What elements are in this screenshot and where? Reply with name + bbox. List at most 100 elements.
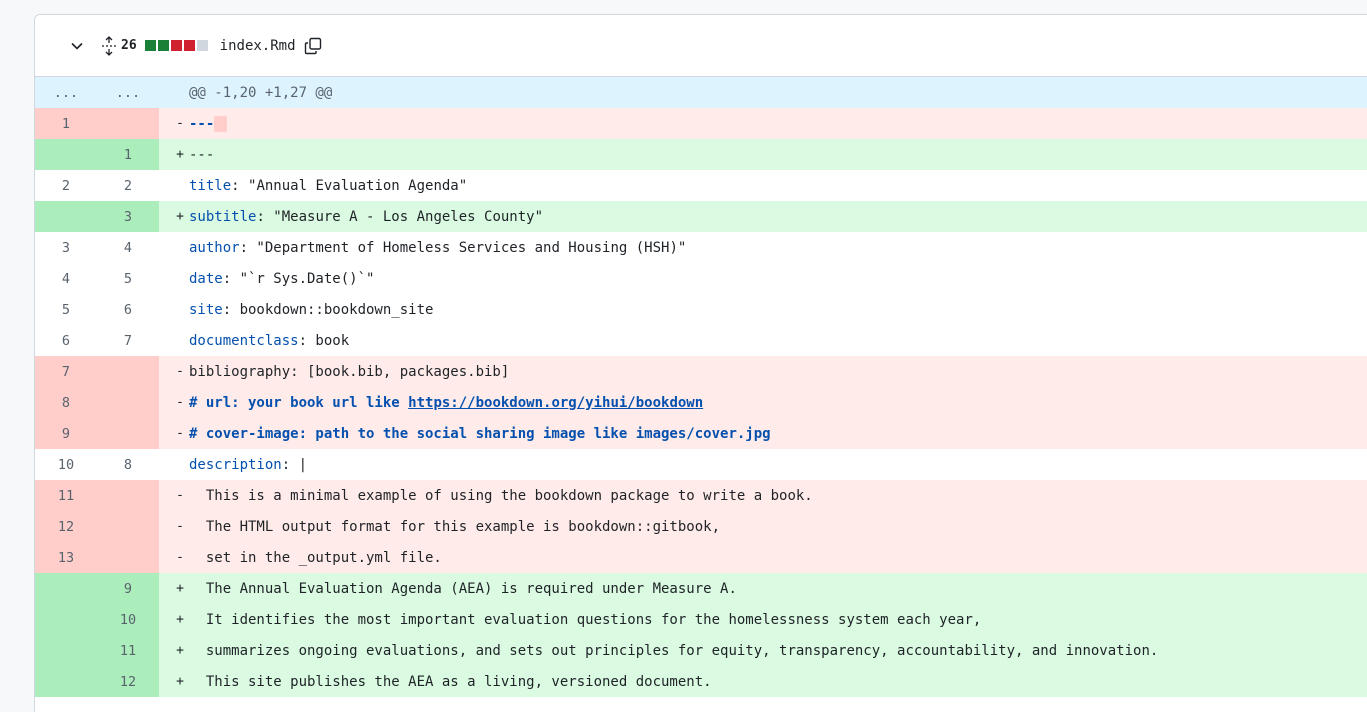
old-line-number[interactable]: 4 <box>35 263 97 294</box>
diff-line-add: 10 + It identifies the most important eva… <box>35 604 1367 635</box>
old-line-number[interactable] <box>35 573 97 604</box>
old-line-number[interactable]: 2 <box>35 170 97 201</box>
diff-line-del: 12 - The HTML output format for this exam… <box>35 511 1367 542</box>
line-number-gutter: 11 <box>35 480 159 511</box>
deletion-marker: - <box>176 519 184 534</box>
old-line-number[interactable]: 11 <box>35 480 97 511</box>
old-line-number[interactable] <box>35 666 97 697</box>
deletion-marker: - <box>176 116 184 131</box>
line-number-gutter: 67 <box>35 325 159 356</box>
diff-line-del: 9 - # cover-image: path to the social shar… <box>35 418 1367 449</box>
new-line-number[interactable] <box>97 542 159 573</box>
file-name[interactable]: index.Rmd <box>220 38 296 54</box>
old-line-number[interactable] <box>35 604 97 635</box>
code-text: : "Measure A - Los Angeles County" <box>256 208 544 225</box>
comment-text: # url: your book url like <box>189 394 409 411</box>
new-line-number[interactable] <box>97 511 159 542</box>
diffstat-block <box>170 40 182 51</box>
line-number-gutter: 11 <box>35 635 159 666</box>
new-line-number[interactable] <box>97 108 159 139</box>
old-line-number[interactable]: 9 <box>35 418 97 449</box>
line-number-gutter: 10 8 <box>35 449 159 480</box>
diffstat-block <box>157 40 169 51</box>
new-line-number[interactable]: 11 <box>97 635 159 666</box>
deletion-marker: - <box>176 488 184 503</box>
old-line-number[interactable]: 13 <box>35 542 97 573</box>
new-line-number[interactable]: 7 <box>97 325 159 356</box>
old-line-number[interactable]: 6 <box>35 325 97 356</box>
old-line-number[interactable]: 7 <box>35 356 97 387</box>
hunk-gutter[interactable]: ... ... <box>35 77 159 108</box>
diff-line-del: 13 - set in the _output.yml file. <box>35 542 1367 573</box>
diff-line-add: 1 + --- <box>35 139 1367 170</box>
new-line-number[interactable] <box>97 356 159 387</box>
line-number-gutter: 7 <box>35 356 159 387</box>
new-line-number[interactable]: 6 <box>97 294 159 325</box>
new-line-number[interactable] <box>97 418 159 449</box>
old-line-number[interactable] <box>35 201 97 232</box>
line-number-gutter: 34 <box>35 232 159 263</box>
diff-line-ctx: 6 7 documentclass: book <box>35 325 1367 356</box>
diff-line-add: 12 + This site publishes the AEA as a liv… <box>35 666 1367 697</box>
new-line-number[interactable] <box>97 387 159 418</box>
diffstat-block <box>144 40 156 51</box>
diff-line-add: 11 + summarizes ongoing evaluations, and … <box>35 635 1367 666</box>
code-text: : "Annual Evaluation Agenda" <box>231 177 468 194</box>
yaml-key: subtitle <box>189 208 257 225</box>
code-text: : "`r Sys.Date()`" <box>222 270 375 287</box>
code-text: : "Department of Homeless Services and H… <box>239 239 687 256</box>
new-line-number[interactable] <box>97 480 159 511</box>
diff-line-ctx: 5 6 site: bookdown::bookdown_site <box>35 294 1367 325</box>
old-line-number[interactable] <box>35 635 97 666</box>
addition-marker: + <box>176 147 184 162</box>
new-line-number[interactable]: 8 <box>97 449 159 480</box>
new-line-number[interactable]: 12 <box>97 666 159 697</box>
addition-marker: + <box>176 581 184 596</box>
new-line-number[interactable]: 1 <box>97 139 159 170</box>
code-line: set in the _output.yml file. <box>189 550 442 566</box>
change-count: 26 <box>121 38 137 53</box>
old-line-number[interactable]: 10 <box>35 449 97 480</box>
old-line-number[interactable]: 12 <box>35 511 97 542</box>
new-line-number[interactable]: 4 <box>97 232 159 263</box>
yaml-key: author <box>189 239 240 256</box>
diff-line-del: 8 - # url: your book url like https://book… <box>35 387 1367 418</box>
new-line-number[interactable]: 10 <box>97 604 159 635</box>
line-number-gutter: 45 <box>35 263 159 294</box>
code-line: --- <box>189 115 227 132</box>
line-number-gutter: 56 <box>35 294 159 325</box>
deleted-whitespace-highlight <box>214 115 227 132</box>
old-line-number[interactable]: 8 <box>35 387 97 418</box>
deletion-marker: - <box>176 364 184 379</box>
yaml-key: description <box>189 456 282 473</box>
yaml-key: title <box>189 177 232 194</box>
deletion-marker: - <box>176 426 184 441</box>
code-line: description: | <box>189 457 307 473</box>
line-number-gutter: 22 <box>35 170 159 201</box>
hunk-right-expander[interactable]: ... <box>97 77 159 108</box>
code-text: --- <box>189 146 215 163</box>
url-link[interactable]: https://bookdown.org/yihui/bookdown <box>408 395 703 411</box>
code-text: --- <box>189 115 215 132</box>
line-number-gutter: 10 <box>35 604 159 635</box>
old-line-number[interactable] <box>35 139 97 170</box>
copy-icon[interactable] <box>304 37 322 55</box>
code-text: : book <box>298 332 350 349</box>
chevron-down-icon[interactable] <box>69 38 85 54</box>
new-line-number[interactable]: 3 <box>97 201 159 232</box>
line-number-gutter: 1 <box>35 108 159 139</box>
new-line-number[interactable]: 5 <box>97 263 159 294</box>
expand-icon[interactable] <box>101 35 117 56</box>
new-line-number[interactable]: 2 <box>97 170 159 201</box>
line-number-gutter: 12 <box>35 666 159 697</box>
code-text: bibliography: [book.bib, packages.bib] <box>189 363 510 380</box>
old-line-number[interactable]: 3 <box>35 232 97 263</box>
hunk-left-expander[interactable]: ... <box>35 77 97 108</box>
old-line-number[interactable]: 5 <box>35 294 97 325</box>
code-text: set in the _output.yml file. <box>189 549 442 566</box>
diff-file-panel: 26 index.Rmd ... ... @@ -1,20 +1,27 @@ 1… <box>34 14 1367 712</box>
old-line-number[interactable]: 1 <box>35 108 97 139</box>
new-line-number[interactable]: 9 <box>97 573 159 604</box>
diff-line-add: 3 + subtitle: "Measure A - Los Angeles Cou… <box>35 201 1367 232</box>
line-number-gutter: 12 <box>35 511 159 542</box>
